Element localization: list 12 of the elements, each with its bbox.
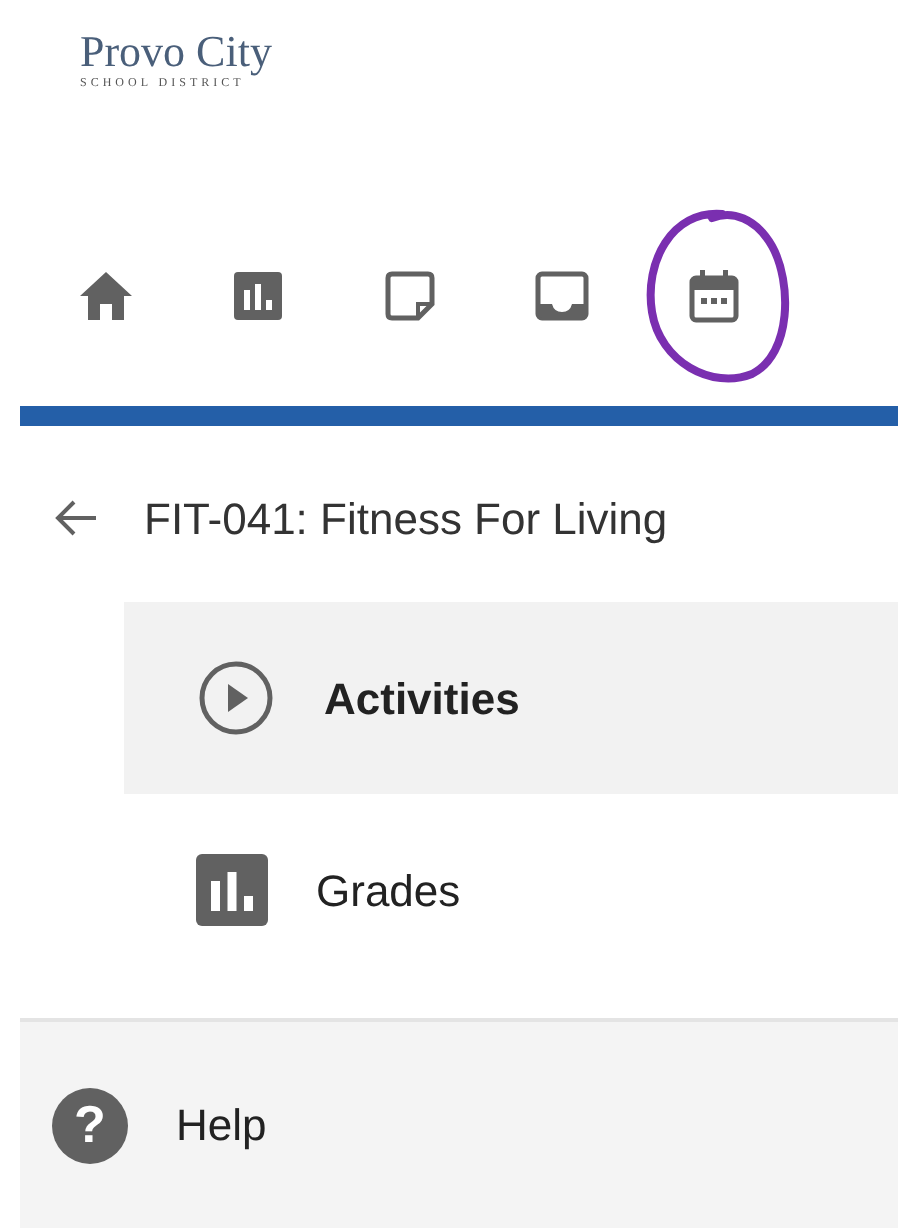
bar-chart-icon: [234, 272, 282, 320]
help-icon: ?: [52, 1087, 128, 1163]
inbox-icon: [534, 270, 590, 322]
home-icon: [78, 270, 134, 322]
logo-name: Provo City: [80, 28, 274, 76]
menu-item[interactable]: Activities: [124, 602, 898, 794]
note-icon: [384, 270, 436, 322]
play-circle-icon: [196, 658, 276, 738]
course-title: FIT-041: Fitness For Living: [144, 491, 668, 548]
calendar-icon: [688, 268, 740, 324]
bar-chart-icon: [196, 854, 268, 926]
help-item[interactable]: ? Help: [20, 1018, 898, 1228]
